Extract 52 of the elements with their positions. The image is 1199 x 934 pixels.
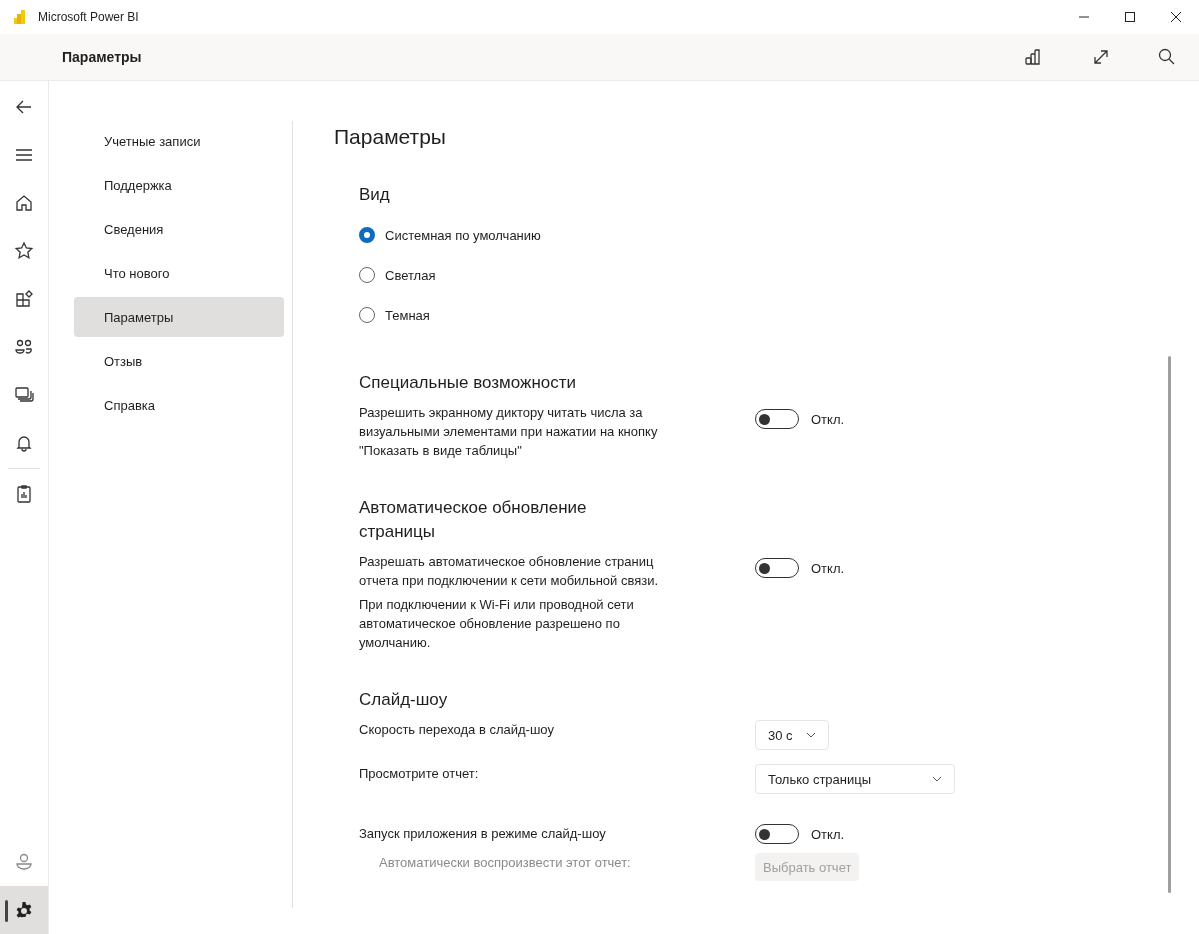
chevron-down-icon <box>932 776 942 782</box>
setting-description: Скорость перехода в слайд-шоу <box>359 721 555 739</box>
setting-description: При подключении к Wi-Fi или проводной сети автоматическое обновление разрешено по умолчанию. <box>359 596 635 652</box>
setting-description: Разрешить экранному диктору читать числа за визуальными элементами при нажатии на кнопку "Показать в виде таблицы" <box>359 404 659 460</box>
setting-description: Просмотрите отчет: <box>359 765 480 783</box>
chevron-down-icon <box>806 732 816 738</box>
maximize-icon <box>1125 12 1135 22</box>
close-icon <box>1171 12 1181 22</box>
setting-description: Автоматически воспроизвести этот отчет: <box>379 854 632 872</box>
toggle-state-label: Откл. <box>811 559 845 578</box>
app-logo-icon <box>14 10 26 24</box>
settings-menu-item[interactable]: Отзыв <box>74 341 284 381</box>
setting-description: Разрешать автоматическое обновление страниц отчета при подключении к сети мобильной связи. <box>359 553 660 590</box>
toggle-switch[interactable] <box>755 409 799 429</box>
radio-label: Системная по умолчанию <box>385 226 542 245</box>
bell-icon <box>14 433 34 453</box>
toggle-state-label: Откл. <box>811 825 845 844</box>
setting-description: Запуск приложения в режиме слайд-шоу <box>359 825 607 843</box>
toggle-switch[interactable] <box>755 824 799 844</box>
section-heading: Автоматическое обновление страницы <box>359 497 588 543</box>
stacked-screens-icon <box>14 385 34 405</box>
dropdown[interactable]: Только страницы <box>755 764 955 794</box>
settings-title: Параметры <box>334 125 447 149</box>
settings-icon <box>14 900 34 920</box>
section-heading: Специальные возможности <box>359 372 578 394</box>
apps-icon <box>14 289 34 309</box>
settings-menu-item[interactable]: Сведения <box>74 209 284 249</box>
settings-menu-item[interactable]: Справка <box>74 385 284 425</box>
expand-icon <box>1091 47 1111 67</box>
page-header-title: Параметры <box>62 49 143 65</box>
home-icon <box>14 193 34 213</box>
star-icon <box>14 241 34 261</box>
settings-menu-item[interactable]: Что нового <box>74 253 284 293</box>
dropdown[interactable]: 30 с <box>755 720 829 750</box>
radio-label: Темная <box>385 306 431 325</box>
radio-button[interactable] <box>359 227 375 243</box>
window-title: Microsoft Power BI <box>38 10 140 24</box>
clipboard-chart-icon <box>14 484 34 504</box>
bar-chart-icon <box>1023 47 1043 67</box>
section-heading: Вид <box>359 184 391 206</box>
radio-label: Светлая <box>385 266 437 285</box>
settings-menu-item[interactable]: Поддержка <box>74 165 284 205</box>
settings-menu-item[interactable]: Параметры <box>74 297 284 337</box>
section-heading: Слайд-шоу <box>359 689 449 711</box>
person-icon <box>14 852 34 872</box>
toggle-state-label: Откл. <box>811 410 845 429</box>
settings-menu-item[interactable]: Учетные записи <box>74 121 284 161</box>
toggle-switch[interactable] <box>755 558 799 578</box>
search-icon <box>1157 47 1177 67</box>
nav-rail-button[interactable] <box>0 886 48 934</box>
people-icon <box>14 337 34 357</box>
scrollbar[interactable] <box>1168 356 1171 893</box>
